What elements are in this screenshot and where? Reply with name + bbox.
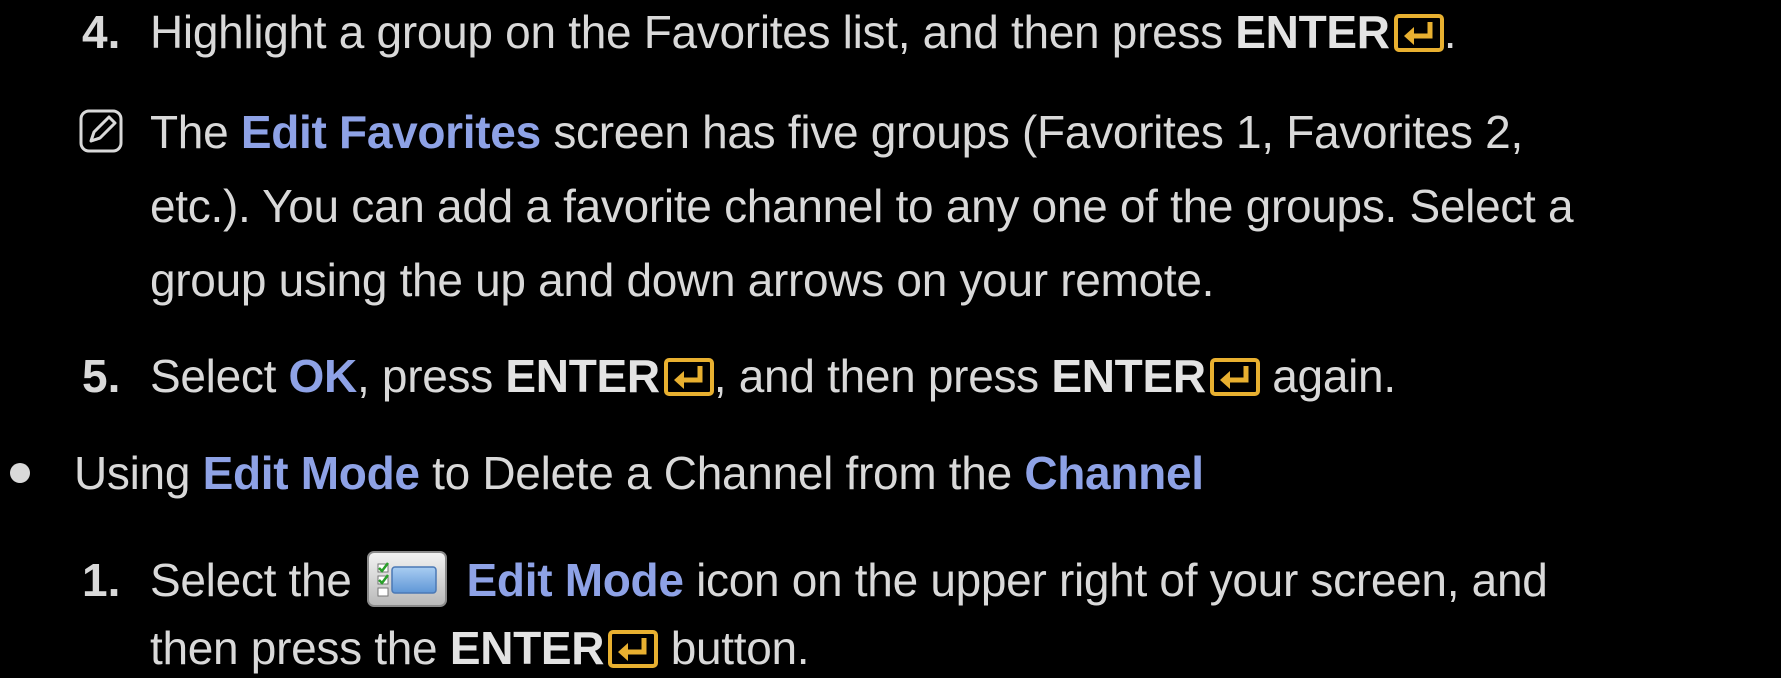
step-1-line-2-end: button. [670,622,810,674]
step-4-number: 4. [82,6,121,58]
ok-label: OK [288,350,358,402]
step-5-mid-2: , and then press [713,350,1039,402]
enter-label: ENTER [1235,6,1390,58]
step-4-end: . [1443,6,1457,58]
step-5-text: Select OK, press ENTER, and then press E… [150,346,1396,406]
bullet-mid: to Delete a Channel from the [432,447,1012,499]
edit-mode-label-2: Edit Mode [466,554,684,606]
step-1-line-2-pre: then press the [150,622,438,674]
bullet-heading: Using Edit Mode to Delete a Channel from… [74,443,1204,503]
step-5-mid-1: , press [356,350,493,402]
note-pencil-icon [79,109,123,153]
edit-favorites-link: Edit Favorites [240,106,541,158]
note-pre: The [150,106,229,158]
step-4-text: Highlight a group on the Favorites list,… [150,2,1456,62]
enter-key-icon [1209,358,1260,396]
channel-label: Channel [1024,447,1204,499]
step-1-line-1: Select the Edit Mode icon on the upper r… [150,550,1548,610]
step-1-rest: icon on the upper right of your screen, … [696,554,1548,606]
bullet-pre: Using [74,447,191,499]
enter-label-3: ENTER [449,622,605,674]
edit-mode-icon [367,551,448,607]
edit-mode-label: Edit Mode [202,447,420,499]
enter-label: ENTER [505,350,660,402]
enter-key-icon [1393,14,1444,52]
step-5-pre: Select [150,350,277,402]
step-1-line-2: then press the ENTER button. [150,618,810,678]
step-1-pre: Select the [150,554,352,606]
note-line-3: group using the up and down arrows on yo… [150,254,1215,306]
enter-label-2: ENTER [1051,350,1206,402]
step-4-instruction: Highlight a group on the Favorites list,… [150,6,1223,58]
enter-key-icon [608,630,659,668]
bullet-dot [10,463,30,483]
note-line-2: etc.). You can add a favorite channel to… [150,180,1574,232]
step-5-end: again. [1272,350,1396,402]
note-line-1-rest: screen has five groups (Favorites 1, Fav… [553,106,1523,158]
note-line-1: The Edit Favorites screen has five group… [150,102,1523,162]
step-5-number: 5. [82,350,121,402]
step-1-number: 1. [82,554,121,606]
enter-key-icon [663,358,714,396]
